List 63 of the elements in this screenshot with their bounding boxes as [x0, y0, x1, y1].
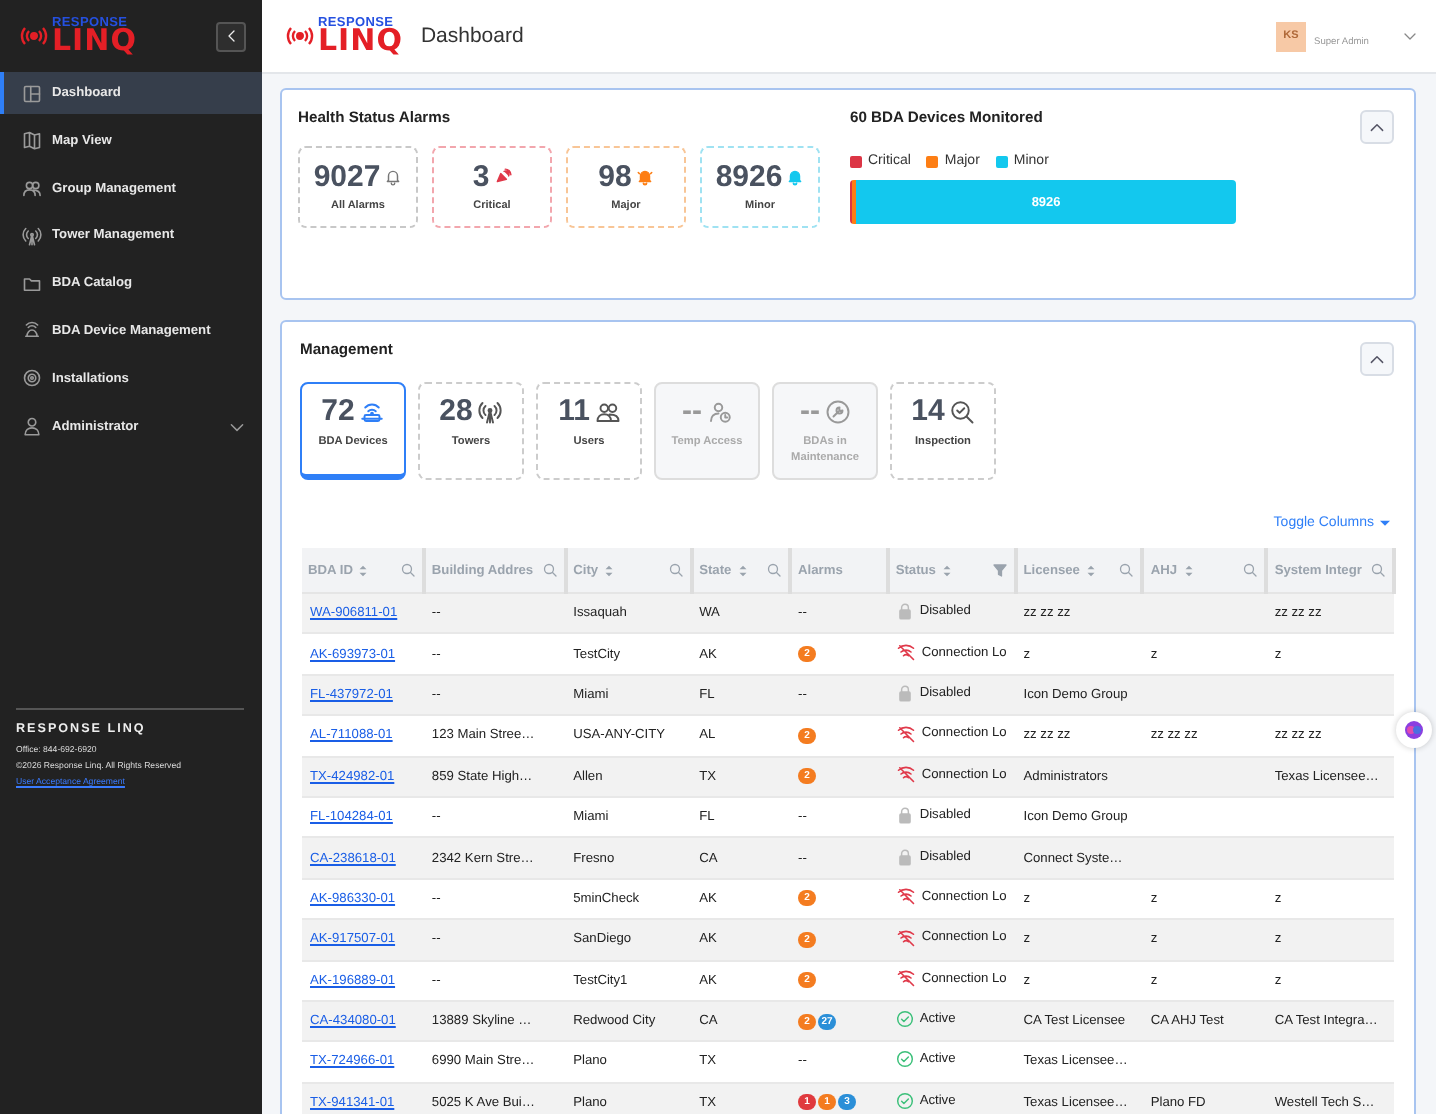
- check-circle-icon: [895, 1091, 914, 1110]
- lock-icon: [895, 806, 914, 825]
- tile-count: 11: [558, 396, 590, 426]
- device-icon: [22, 320, 42, 341]
- lock-icon: [895, 602, 914, 621]
- chevron-up-icon: [1368, 350, 1386, 368]
- router-icon: [360, 399, 385, 423]
- wrench-icon: [826, 399, 850, 423]
- signal-off-icon: [895, 723, 916, 744]
- tile-count: 72: [321, 396, 355, 426]
- sort-icon: [735, 563, 750, 577]
- bell-icon: [786, 168, 805, 186]
- assistant-button[interactable]: [1396, 712, 1432, 748]
- sort-icon: [939, 563, 954, 577]
- search-icon: [541, 562, 558, 578]
- signal-off-icon: [895, 764, 916, 785]
- chevron-up-icon: [1368, 118, 1386, 136]
- bell-icon: [384, 168, 403, 186]
- tile-count: --: [682, 396, 702, 426]
- tile-count: --: [800, 396, 820, 426]
- sort-icon: [602, 563, 617, 577]
- search-icon: [399, 562, 416, 578]
- folder-icon: [22, 273, 42, 294]
- caret-down-icon: [1380, 519, 1390, 527]
- dashboard-icon: [22, 83, 42, 103]
- antenna-icon: [22, 225, 42, 246]
- chevron-left-icon: [223, 28, 239, 44]
- lock-icon: [895, 847, 914, 866]
- search-icon: [1118, 562, 1135, 578]
- search-icon: [766, 562, 783, 578]
- search-icon: [1242, 562, 1259, 578]
- alarm-count: 3: [472, 162, 490, 192]
- sort-icon: [356, 563, 371, 577]
- alarm-count: 8926: [715, 162, 783, 192]
- signal-off-icon: [895, 968, 916, 989]
- user-clock-icon: [708, 399, 732, 423]
- tile-count: 28: [439, 396, 473, 426]
- user-icon: [22, 416, 42, 437]
- tile-count: 14: [911, 396, 945, 426]
- search-icon: [1370, 562, 1386, 578]
- map-icon: [22, 130, 42, 151]
- lock-icon: [895, 683, 914, 702]
- gear-icon: [22, 368, 42, 389]
- inspect-icon: [950, 399, 975, 423]
- sort-icon: [1181, 563, 1196, 577]
- filter-icon: [991, 562, 1008, 578]
- search-icon: [667, 562, 684, 578]
- signal-off-icon: [895, 642, 916, 663]
- signal-off-icon: [895, 886, 916, 907]
- assistant-icon: [1404, 720, 1424, 740]
- chevron-down-icon: [1402, 28, 1418, 44]
- bell-icon: [635, 168, 654, 186]
- alarm-count: 9027: [313, 162, 381, 192]
- signal-off-icon: [895, 927, 916, 948]
- check-circle-icon: [895, 1050, 914, 1069]
- check-circle-icon: [895, 1010, 914, 1029]
- users-icon: [595, 399, 620, 423]
- page-title: Dashboard: [420, 24, 524, 48]
- antenna-icon: [478, 399, 503, 423]
- collapse-button[interactable]: [216, 21, 246, 51]
- sort-icon: [1083, 563, 1098, 577]
- users-icon: [22, 178, 42, 199]
- alarm-count: 98: [598, 162, 632, 192]
